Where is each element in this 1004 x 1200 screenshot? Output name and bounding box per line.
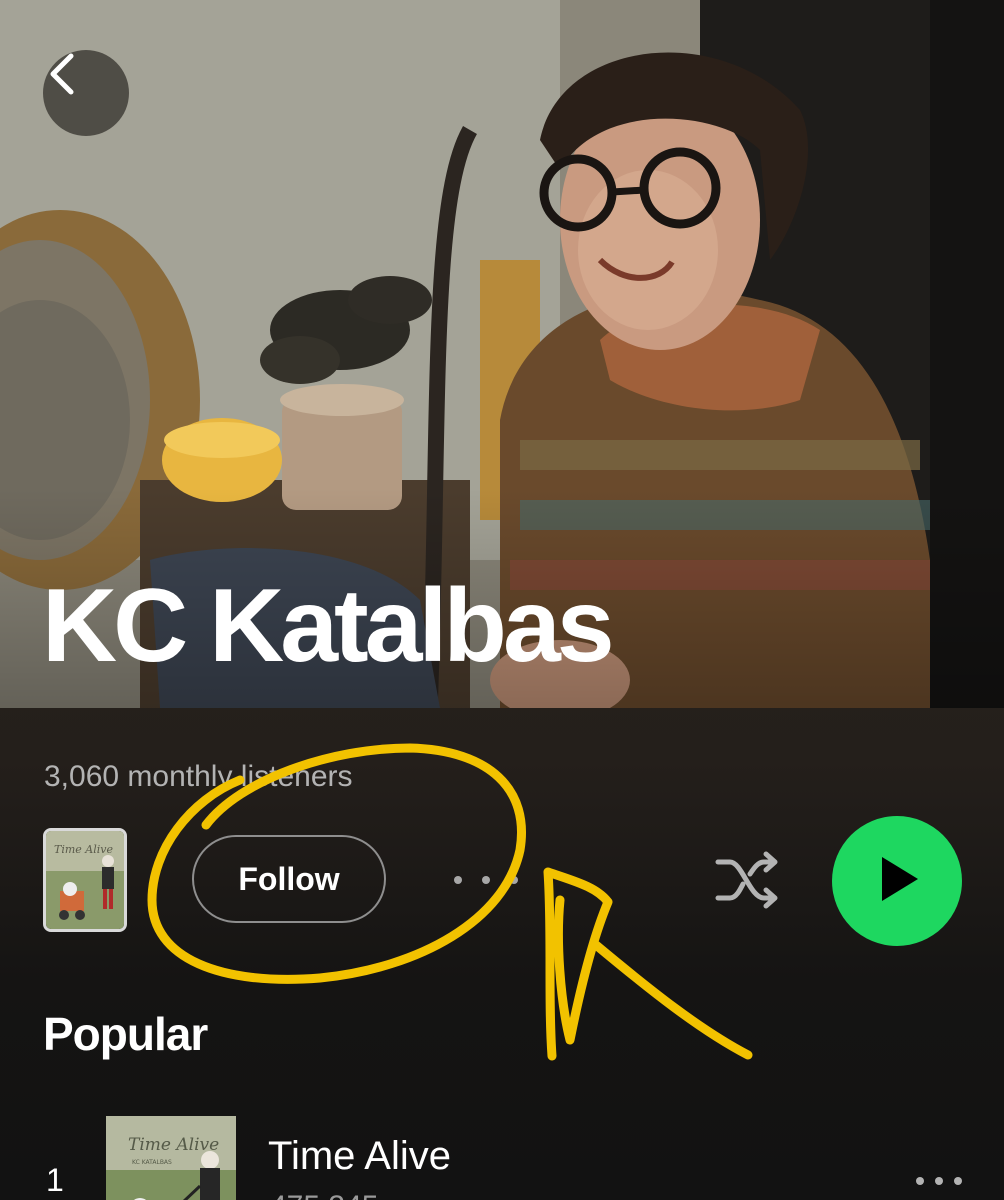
album-cover-image: Time Alive — [46, 831, 124, 929]
play-button[interactable] — [832, 816, 962, 946]
track-more-button[interactable] — [916, 1176, 962, 1186]
more-horizontal-icon-dot — [510, 876, 518, 884]
artist-pick-cover[interactable]: Time Alive — [43, 828, 127, 932]
artist-name: KC Katalbas — [42, 568, 615, 684]
more-horizontal-icon-dot — [482, 876, 490, 884]
artist-hero-image: KC Katalbas — [0, 0, 1004, 708]
svg-text:KC KATALBAS: KC KATALBAS — [132, 1159, 172, 1166]
play-icon — [872, 853, 922, 910]
back-button[interactable] — [43, 50, 129, 136]
artist-page: KC Katalbas 3,060 monthly listeners Time… — [0, 0, 1004, 1200]
monthly-listeners: 3,060 monthly listeners — [44, 760, 353, 793]
svg-text:Time Alive: Time Alive — [128, 1135, 219, 1155]
more-horizontal-icon-dot — [935, 1177, 943, 1185]
more-options-button[interactable] — [454, 865, 518, 895]
more-horizontal-icon-dot — [954, 1177, 962, 1185]
track-title: Time Alive — [268, 1134, 452, 1178]
track-index: 1 — [46, 1162, 64, 1198]
shuffle-button[interactable] — [712, 848, 784, 912]
follow-button[interactable]: Follow — [192, 835, 386, 923]
track-row[interactable]: 1 Time Alive KC KATALBAS Time Alive 475,… — [0, 1110, 1004, 1200]
time-alive-cover: Time Alive KC KATALBAS — [106, 1116, 236, 1200]
shuffle-icon — [712, 851, 784, 916]
more-horizontal-icon-dot — [454, 876, 462, 884]
track-play-count: 475,345 — [270, 1190, 378, 1200]
popular-heading: Popular — [43, 1008, 208, 1060]
svg-text:Time Alive: Time Alive — [54, 843, 113, 856]
more-horizontal-icon-dot — [916, 1177, 924, 1185]
track-album-art: Time Alive KC KATALBAS — [106, 1116, 236, 1200]
